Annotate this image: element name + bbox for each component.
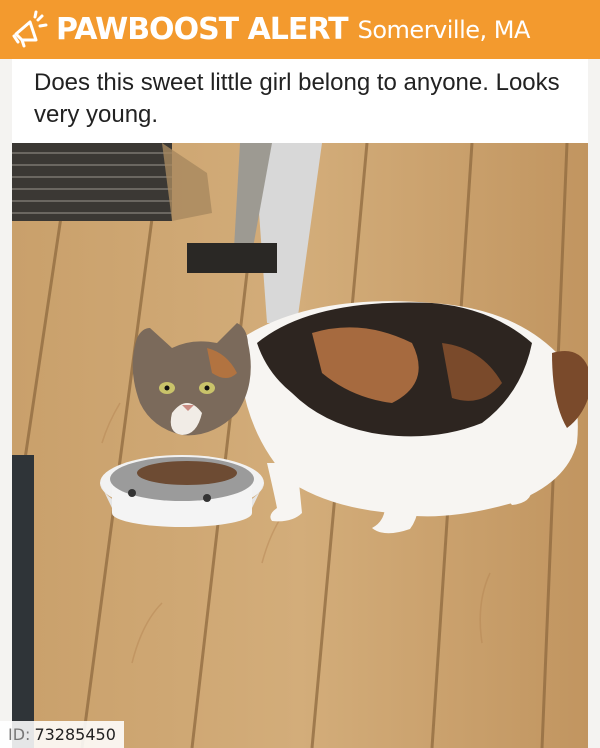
alert-header: PAWBOOST ALERT Somerville, MA <box>0 0 600 59</box>
pet-photo <box>12 143 588 748</box>
bracket <box>187 243 277 273</box>
megaphone-icon <box>12 10 48 47</box>
listing-id-value: 73285450 <box>34 725 116 744</box>
location-label: Somerville, MA <box>357 15 531 44</box>
metal-grate <box>12 143 172 221</box>
listing-id-prefix: ID: <box>8 725 31 744</box>
calico-cat-photo <box>12 143 588 748</box>
post-description: Does this sweet little girl belong to an… <box>34 69 560 128</box>
food-bowl <box>100 455 264 527</box>
listing-id-badge: ID: 73285450 <box>0 721 124 748</box>
brand-title: PAWBOOST ALERT <box>56 12 349 47</box>
post-description-card: Does this sweet little girl belong to an… <box>12 59 588 143</box>
